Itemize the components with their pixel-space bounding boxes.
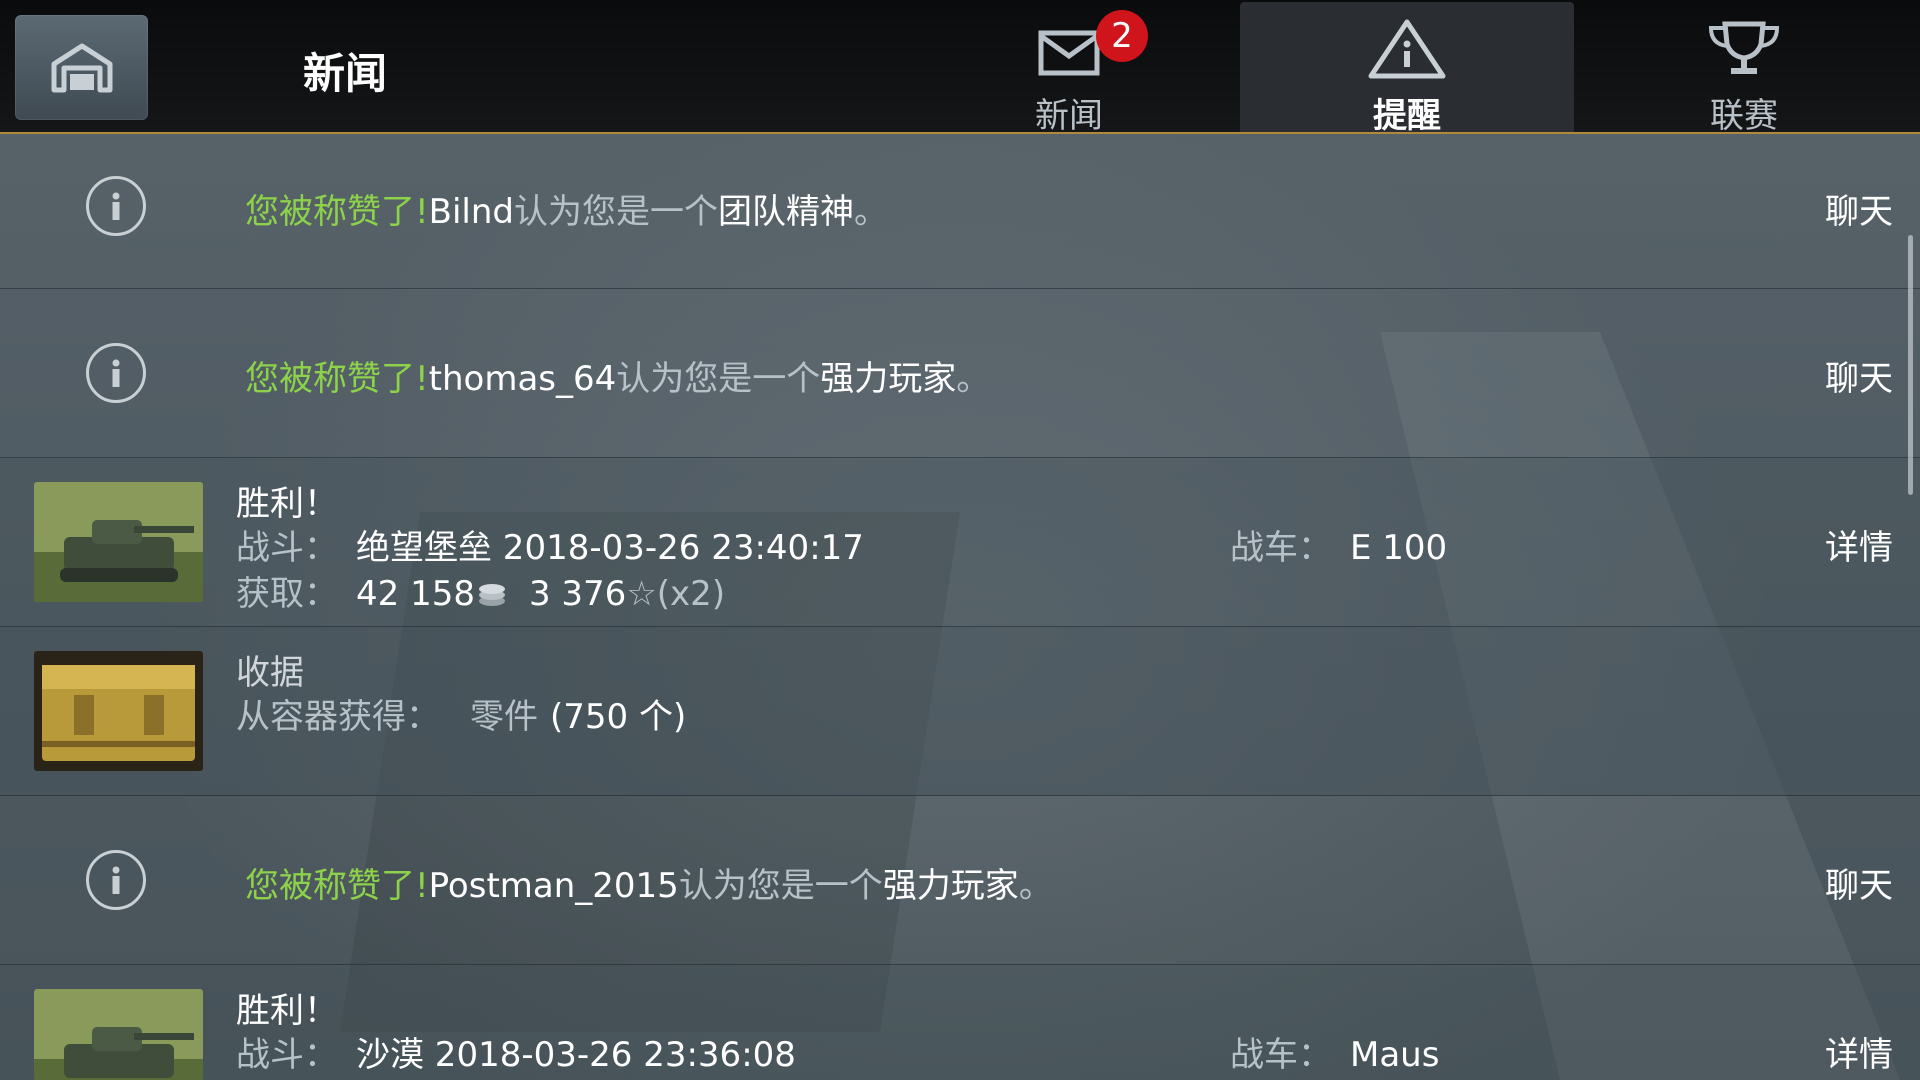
- receipt-title: 收据: [236, 653, 304, 693]
- xp-multiplier: (x2): [656, 574, 726, 614]
- vehicle-info: 战车： E 100: [1230, 520, 1447, 569]
- item-amount: (750 个): [550, 697, 687, 737]
- scrollbar[interactable]: [1908, 235, 1913, 495]
- praise-end: 。: [956, 359, 991, 399]
- news-count-badge: 2: [1096, 10, 1148, 62]
- source-label: 从容器获得：: [236, 697, 440, 737]
- praise-message: 您被称赞了!thomas_64认为您是一个强力玩家。: [245, 351, 990, 400]
- praise-text: 认为您是一个: [678, 866, 883, 906]
- credits-icon: [477, 576, 507, 616]
- player-name: Bilnd: [428, 192, 514, 232]
- info-icon: [86, 176, 146, 236]
- vehicle-info: 战车： Maus: [1230, 1027, 1439, 1076]
- earned-info: 获取： 42 158 3 376☆(x2): [236, 566, 725, 616]
- tab-league[interactable]: 联赛: [1577, 2, 1911, 136]
- trophy-icon: [1708, 21, 1780, 74]
- garage-icon: [51, 43, 112, 92]
- battle-label: 战斗：: [236, 528, 338, 568]
- envelope-icon: [1038, 30, 1100, 76]
- battle-info: 战斗： 沙漠 2018-03-26 23:36:08: [236, 1027, 796, 1076]
- chat-button[interactable]: 聊天: [1825, 858, 1893, 907]
- list-item: 胜利！ 战斗： 绝望堡垒 2018-03-26 23:40:17 获取： 42 15…: [0, 458, 1920, 627]
- page-title: 新闻: [303, 49, 388, 98]
- praise-message: 您被称赞了!Postman_2015认为您是一个强力玩家。: [245, 858, 1053, 907]
- chat-button[interactable]: 聊天: [1825, 184, 1893, 233]
- praise-trait: 团队精神: [718, 192, 854, 232]
- vehicle-label: 战车：: [1230, 1035, 1332, 1075]
- tab-league-label: 联赛: [1710, 96, 1778, 136]
- container-thumbnail: [34, 651, 203, 771]
- top-bar: 新闻 2 新闻 提醒 联赛: [0, 0, 1920, 136]
- list-item: 您被称赞了!Postman_2015认为您是一个强力玩家。 聊天: [0, 796, 1920, 965]
- praise-text: 认为您是一个: [514, 192, 718, 232]
- info-icon: [86, 343, 146, 403]
- battle-label: 战斗：: [236, 1035, 338, 1075]
- item-name: 零件: [470, 697, 538, 737]
- chat-button[interactable]: 聊天: [1825, 351, 1893, 400]
- details-button[interactable]: 详情: [1825, 520, 1893, 569]
- battle-title: 胜利！: [236, 484, 338, 524]
- tab-alerts-label: 提醒: [1373, 96, 1441, 136]
- praise-text: 认为您是一个: [616, 359, 821, 399]
- earned-label: 获取：: [236, 574, 338, 614]
- vehicle-label: 战车：: [1230, 528, 1332, 568]
- battle-value: 绝望堡垒 2018-03-26 23:40:17: [356, 528, 864, 568]
- receipt-info: 从容器获得： 零件 (750 个): [236, 689, 686, 738]
- home-button[interactable]: [15, 15, 148, 120]
- credits-value: 42 158: [356, 574, 475, 614]
- praise-trait: 强力玩家: [820, 359, 957, 399]
- praise-prefix: 您被称赞了!: [245, 359, 429, 399]
- details-button[interactable]: 详情: [1825, 1027, 1893, 1076]
- praise-prefix: 您被称赞了!: [245, 192, 429, 232]
- tab-alerts[interactable]: 提醒: [1240, 2, 1574, 136]
- tab-news-label: 新闻: [1035, 96, 1103, 136]
- praise-message: 您被称赞了!Bilnd认为您是一个团队精神。: [245, 184, 888, 233]
- battle-title: 胜利！: [236, 991, 338, 1031]
- list-item: 您被称赞了!thomas_64认为您是一个强力玩家。 聊天: [0, 289, 1920, 458]
- praise-prefix: 您被称赞了!: [245, 866, 429, 906]
- tab-news[interactable]: 2 新闻: [902, 2, 1236, 136]
- list-item: 收据 从容器获得： 零件 (750 个): [0, 627, 1920, 796]
- list-item: 您被称赞了!Bilnd认为您是一个团队精神。 聊天: [0, 134, 1920, 289]
- praise-end: 。: [854, 192, 888, 232]
- warning-icon: [1368, 19, 1446, 79]
- xp-value: 3 376: [528, 574, 627, 614]
- tank-thumbnail: [34, 989, 203, 1080]
- tank-thumbnail: [34, 482, 203, 602]
- praise-trait: 强力玩家: [882, 866, 1019, 906]
- vehicle-value: Maus: [1350, 1035, 1440, 1075]
- list-item: 胜利！ 战斗： 沙漠 2018-03-26 23:36:08 战车： Maus 详情: [0, 965, 1920, 1080]
- vehicle-value: E 100: [1350, 528, 1448, 568]
- battle-info: 战斗： 绝望堡垒 2018-03-26 23:40:17: [236, 520, 864, 569]
- xp-star-icon: ☆: [626, 574, 657, 614]
- praise-end: 。: [1018, 866, 1053, 906]
- player-name: Postman_2015: [428, 866, 679, 906]
- player-name: thomas_64: [428, 359, 617, 399]
- battle-value: 沙漠 2018-03-26 23:36:08: [356, 1035, 796, 1075]
- info-icon: [86, 850, 146, 910]
